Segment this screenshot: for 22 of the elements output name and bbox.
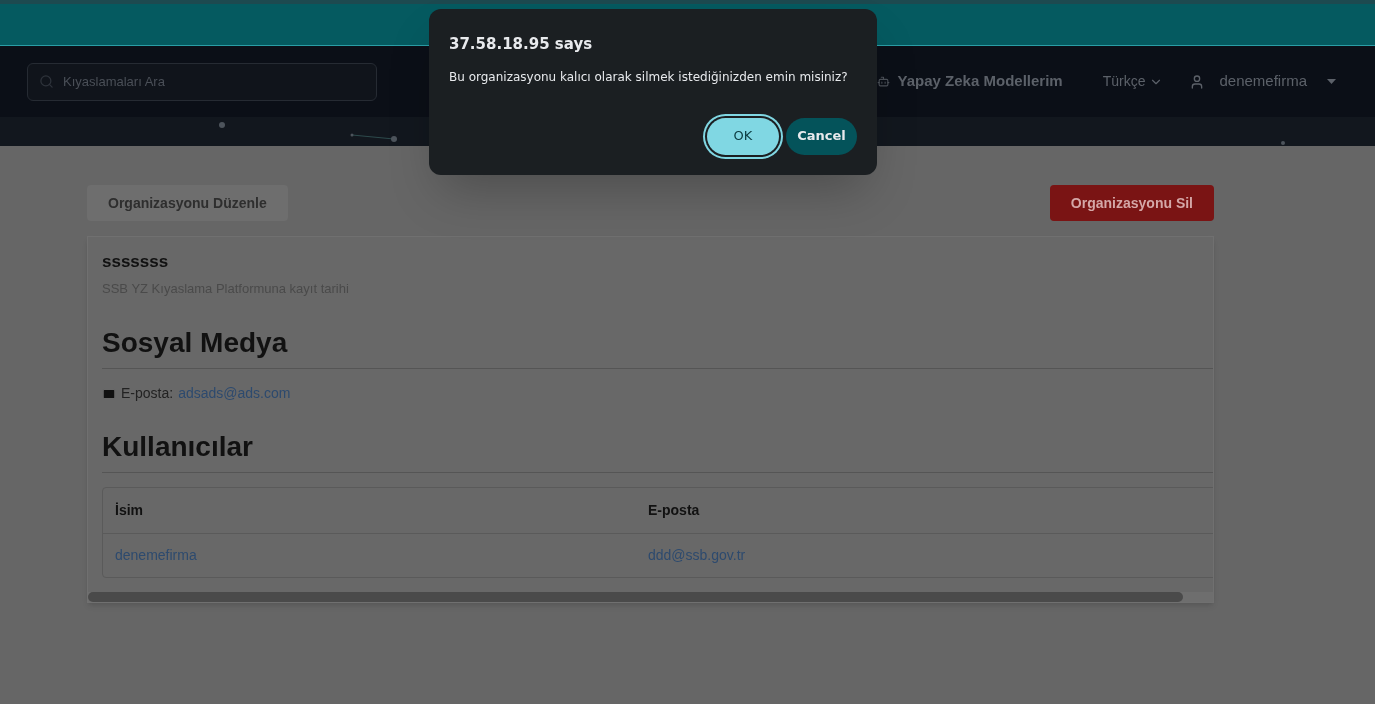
column-header: İsim <box>114 501 144 520</box>
organization-name: sssssss <box>102 251 170 273</box>
particle-dot <box>1281 141 1285 145</box>
search-icon <box>39 73 54 89</box>
table-cell[interactable]: ddd@ssb.gov.tr <box>636 545 1169 566</box>
table-cell[interactable]: denemefirma <box>103 545 636 566</box>
models-link[interactable]: Yapay Zeka Modellerim <box>897 70 1063 93</box>
caret-icon <box>1327 79 1336 84</box>
section-heading: Kullanıcılar <box>102 426 1213 473</box>
column-header: E-posta <box>647 501 701 520</box>
dialog-message: Bu organizasyonu kalıcı olarak silmek istediğinizden emin misiniz? <box>449 68 849 86</box>
delete-organization-button[interactable]: Organizasyonu Sil <box>1049 185 1214 221</box>
section-heading: Sosyal Medya <box>102 322 1213 369</box>
email-label: E-posta: <box>121 384 174 403</box>
search-field[interactable]: Kıyaslamaları Ara <box>27 62 377 101</box>
dialog-title: 37.58.18.95 says <box>449 34 594 55</box>
language-dropdown[interactable]: Türkçe <box>1102 71 1164 92</box>
robot-icon <box>876 75 890 88</box>
edit-organization-button[interactable]: Organizasyonu Düzenle <box>87 185 288 221</box>
cancel-button[interactable]: Cancel <box>786 117 857 155</box>
user-menu[interactable]: denemefirma <box>1219 70 1336 93</box>
email-link[interactable]: adsads@ads.com <box>178 383 291 404</box>
